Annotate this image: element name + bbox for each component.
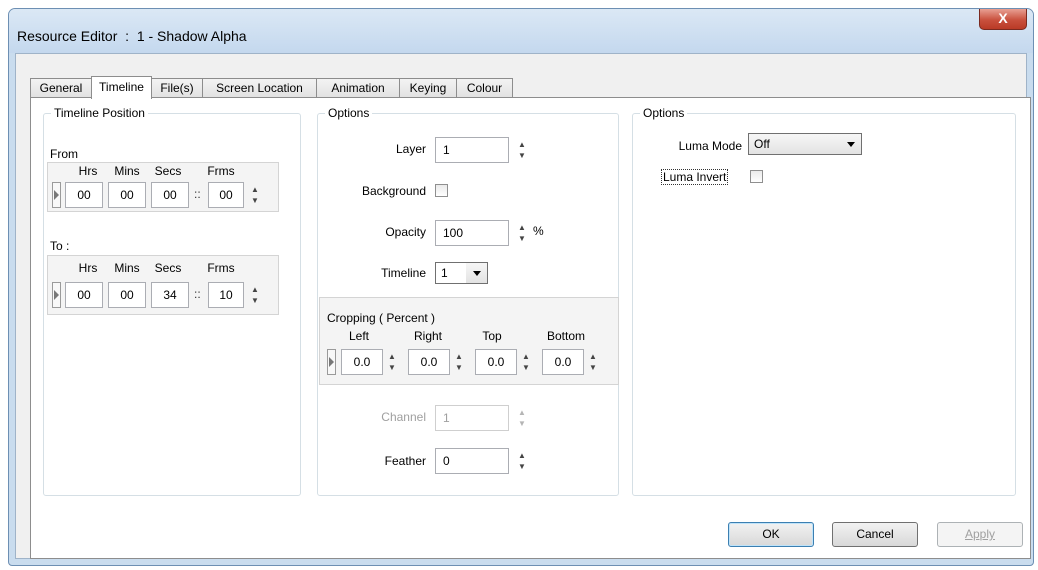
crop-right-spinner-icon[interactable]: ▲ ▼ <box>452 351 466 377</box>
timeline-label: Timeline <box>381 266 426 280</box>
to-hrs-field[interactable]: 00 <box>65 282 103 308</box>
from-label: From <box>50 147 78 161</box>
to-frms-label: Frms <box>207 261 235 275</box>
layer-spinner-icon[interactable]: ▲ ▼ <box>515 139 529 165</box>
play-arrow-icon <box>54 190 59 200</box>
luma-invert-label: Luma Invert <box>661 169 729 185</box>
ok-button[interactable]: OK <box>728 522 814 547</box>
layer-label: Layer <box>395 142 426 156</box>
tab-animation[interactable]: Animation <box>316 78 400 98</box>
options-middle-title: Options <box>325 106 373 120</box>
chevron-down-icon <box>473 271 481 276</box>
luma-mode-label: Luma Mode <box>678 139 742 153</box>
close-button[interactable]: X <box>979 9 1027 30</box>
channel-field[interactable]: 1 <box>435 405 509 431</box>
luma-mode-value: Off <box>754 137 770 151</box>
crop-right-label: Right <box>413 329 442 343</box>
timeline-tab-panel: Timeline Position From Hrs Mins Secs Frm… <box>30 97 1031 559</box>
tab-timeline[interactable]: Timeline <box>91 76 152 99</box>
timeline-position-title: Timeline Position <box>51 106 148 120</box>
from-mins-label: Mins <box>114 164 140 178</box>
timeline-dropdown[interactable]: 1 <box>435 262 488 284</box>
crop-expand-arrow[interactable] <box>327 349 336 375</box>
from-mins-field[interactable]: 00 <box>108 182 146 208</box>
opacity-unit: % <box>533 224 544 238</box>
options-group-right: Options Luma Mode Off Luma Invert <box>632 106 1016 496</box>
play-arrow-icon <box>329 357 334 367</box>
feather-spinner-icon[interactable]: ▲ ▼ <box>515 450 529 476</box>
to-separator: :: <box>194 287 201 301</box>
timeline-position-group: Timeline Position From Hrs Mins Secs Frm… <box>43 106 301 496</box>
crop-bottom-field[interactable]: 0.0 <box>542 349 584 375</box>
timeline-dropdown-value: 1 <box>436 263 466 283</box>
tab-screen-location[interactable]: Screen Location <box>202 78 317 98</box>
from-separator: :: <box>194 187 201 201</box>
opacity-spinner-icon[interactable]: ▲ ▼ <box>515 222 529 248</box>
crop-top-field[interactable]: 0.0 <box>475 349 517 375</box>
from-frms-label: Frms <box>207 164 235 178</box>
feather-field[interactable]: 0 <box>435 448 509 474</box>
resource-editor-window: Resource Editor : 1 - Shadow Alpha X Gen… <box>8 8 1034 566</box>
crop-left-field[interactable]: 0.0 <box>341 349 383 375</box>
from-frms-field[interactable]: 00 <box>208 182 244 208</box>
crop-left-label: Left <box>348 329 369 343</box>
luma-invert-checkbox[interactable] <box>750 170 763 183</box>
play-arrow-icon <box>54 290 59 300</box>
from-hrs-field[interactable]: 00 <box>65 182 103 208</box>
options-right-title: Options <box>640 106 688 120</box>
tab-colour[interactable]: Colour <box>456 78 513 98</box>
crop-bottom-label: Bottom <box>546 329 585 343</box>
crop-left-spinner-icon[interactable]: ▲ ▼ <box>385 351 399 377</box>
background-checkbox[interactable] <box>435 184 448 197</box>
channel-label: Channel <box>381 410 426 424</box>
title-bar[interactable]: Resource Editor : 1 - Shadow Alpha X <box>9 9 1033 53</box>
cancel-button[interactable]: Cancel <box>832 522 918 547</box>
opacity-field[interactable]: 100 <box>435 220 509 246</box>
from-hrs-label: Hrs <box>78 164 98 178</box>
to-time-panel: Hrs Mins Secs Frms 00 00 34 :: 10 ▲ ▼ <box>47 255 279 315</box>
cropping-panel: Cropping ( Percent ) Left Right Top Bott… <box>319 297 619 385</box>
from-time-panel: Hrs Mins Secs Frms 00 00 00 :: 00 ▲ ▼ <box>47 162 279 212</box>
to-expand-arrow[interactable] <box>52 282 61 308</box>
to-hrs-label: Hrs <box>78 261 98 275</box>
layer-field[interactable]: 1 <box>435 137 509 163</box>
channel-spinner-icon[interactable]: ▲ ▼ <box>515 407 529 433</box>
window-title: Resource Editor : 1 - Shadow Alpha <box>17 28 247 44</box>
options-group-middle: Options Layer 1 ▲ ▼ Background Opacity 10… <box>317 106 619 496</box>
apply-button[interactable]: Apply <box>937 522 1023 547</box>
tab-keying[interactable]: Keying <box>399 78 457 98</box>
from-secs-field[interactable]: 00 <box>151 182 189 208</box>
dialog-client-area: General Timeline File(s) Screen Location… <box>15 53 1031 559</box>
tab-files[interactable]: File(s) <box>151 78 203 98</box>
opacity-label: Opacity <box>385 225 426 239</box>
chevron-down-icon <box>847 142 855 147</box>
to-frms-field[interactable]: 10 <box>208 282 244 308</box>
crop-top-label: Top <box>482 329 502 343</box>
to-secs-field[interactable]: 34 <box>151 282 189 308</box>
to-label: To : <box>50 239 70 253</box>
feather-label: Feather <box>384 454 426 468</box>
luma-mode-dropdown[interactable]: Off <box>748 133 862 155</box>
tab-general[interactable]: General <box>30 78 92 98</box>
from-expand-arrow[interactable] <box>52 182 61 208</box>
cropping-title: Cropping ( Percent ) <box>327 311 436 325</box>
crop-right-field[interactable]: 0.0 <box>408 349 450 375</box>
background-label: Background <box>361 184 426 198</box>
to-spinner-icon[interactable]: ▲ ▼ <box>248 284 262 310</box>
from-spinner-icon[interactable]: ▲ ▼ <box>248 184 262 210</box>
crop-bottom-spinner-icon[interactable]: ▲ ▼ <box>586 351 600 377</box>
to-mins-field[interactable]: 00 <box>108 282 146 308</box>
crop-top-spinner-icon[interactable]: ▲ ▼ <box>519 351 533 377</box>
close-icon: X <box>998 10 1008 26</box>
to-mins-label: Mins <box>114 261 140 275</box>
to-secs-label: Secs <box>154 261 182 275</box>
from-secs-label: Secs <box>154 164 182 178</box>
